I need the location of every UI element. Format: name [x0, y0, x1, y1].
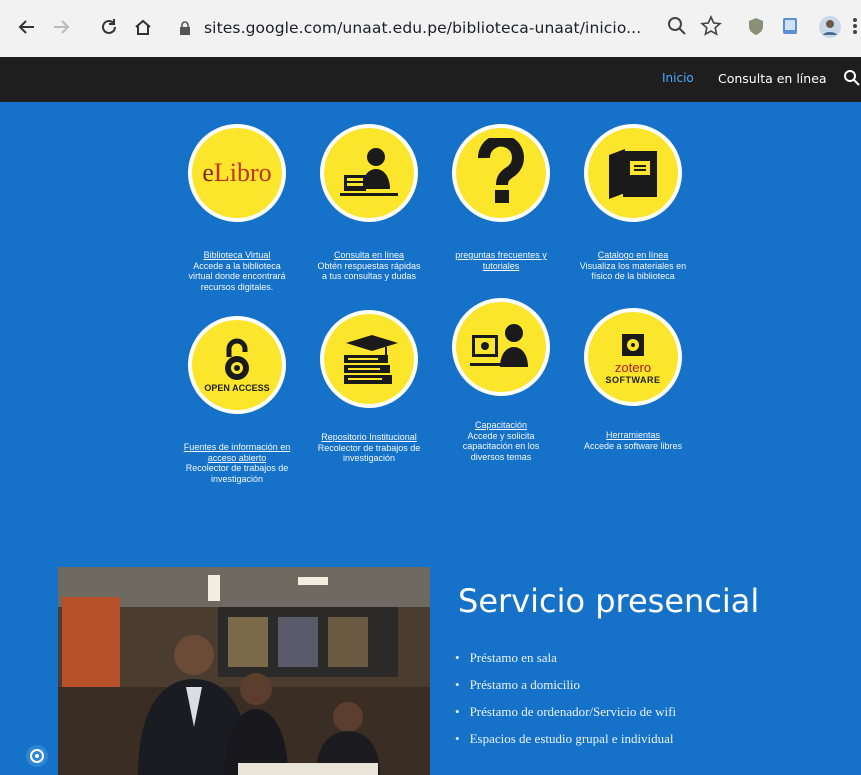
settings-gear-icon[interactable]: [26, 745, 48, 767]
service-item: Préstamo a domicilio: [455, 677, 676, 704]
zoom-icon[interactable]: [666, 15, 690, 39]
reload-icon[interactable]: [96, 14, 122, 40]
reader-desk-icon[interactable]: [320, 124, 418, 222]
open-access-icon[interactable]: OPEN ACCESS: [188, 316, 286, 414]
tile-description: Accede y solicita capacitación en los di…: [462, 430, 540, 462]
zotero-logo-text: zotero: [614, 359, 652, 375]
menu-dots-icon[interactable]: [850, 15, 861, 39]
service-item: Espacios de estudio grupal e individual: [455, 731, 676, 758]
service-item: Préstamo de ordenador/Servicio de wifi: [455, 704, 677, 731]
extension-shield-icon[interactable]: [745, 15, 769, 39]
service-item: Préstamo en sala: [455, 650, 676, 677]
tile-title-link[interactable]: Fuentes de información en acceso abierto: [182, 442, 292, 463]
elibro-logo[interactable]: eLibro: [188, 124, 286, 222]
tile-title-link[interactable]: Herramientas: [578, 430, 688, 441]
browser-toolbar: sites.google.com/unaat.edu.pe/biblioteca…: [0, 0, 861, 58]
catalog-book-icon[interactable]: [584, 124, 682, 222]
training-icon[interactable]: [452, 298, 550, 396]
forward-icon[interactable]: [48, 14, 74, 40]
url-text: sites.google.com/unaat.edu.pe/biblioteca…: [204, 19, 642, 37]
nav-inicio-link[interactable]: Inicio: [662, 71, 694, 85]
repository-books-icon[interactable]: [320, 310, 418, 408]
tile-title-link[interactable]: preguntas frecuentes y tutoriales: [446, 250, 556, 271]
tile-description: Accede a la biblioteca virtual donde enc…: [188, 260, 286, 292]
service-list: Préstamo en sala Préstamo a domicilio Pr…: [455, 650, 677, 758]
tile-description: Visualiza los materiales en físico de la…: [579, 260, 687, 282]
tile-catalogo-en-linea: Catalogo en línea Visualiza los material…: [578, 250, 688, 282]
home-icon[interactable]: [130, 14, 156, 40]
profile-avatar-icon[interactable]: [818, 15, 842, 39]
nav-consulta-link[interactable]: Consulta en línea: [718, 71, 827, 86]
bookmark-star-icon[interactable]: [700, 15, 724, 39]
elibro-logo-e: e: [202, 158, 214, 187]
tile-fuentes-acceso-abierto: Fuentes de información en acceso abierto…: [182, 442, 292, 484]
tile-title-link[interactable]: Biblioteca Virtual: [182, 250, 292, 261]
site-header: Inicio Consulta en línea: [0, 57, 861, 102]
service-title: Servicio presencial: [458, 582, 760, 620]
tile-description: Accede a software libres: [583, 440, 683, 451]
extension-doc-icon[interactable]: [779, 15, 803, 39]
tile-herramientas: Herramientas Accede a software libres: [578, 430, 688, 451]
lock-icon: [180, 21, 190, 35]
elibro-logo-libro: Libro: [213, 158, 272, 187]
tile-preguntas-frecuentes: preguntas frecuentes y tutoriales: [446, 250, 556, 271]
open-access-logo-text: OPEN ACCESS: [204, 383, 270, 393]
tile-title-link[interactable]: Catalogo en línea: [578, 250, 688, 261]
search-icon[interactable]: [843, 69, 861, 89]
tile-description: Obtén respuestas rápidas a tus consultas…: [317, 260, 421, 282]
tile-description: Recolector de trabajos de investigación: [317, 442, 421, 464]
back-icon[interactable]: [14, 14, 40, 40]
tile-capacitacion: Capacitación Accede y solicita capacitac…: [446, 420, 556, 462]
tile-repositorio-institucional: Repositorio Institucional Recolector de …: [314, 432, 424, 464]
page: sites.google.com/unaat.edu.pe/biblioteca…: [0, 0, 861, 775]
tile-biblioteca-virtual: Biblioteca Virtual Accede a la bibliotec…: [182, 250, 292, 292]
tile-description: Recolector de trabajos de investigación: [185, 463, 289, 484]
address-bar[interactable]: sites.google.com/unaat.edu.pe/biblioteca…: [178, 12, 678, 44]
software-logo-text: SOFTWARE: [605, 374, 661, 385]
tile-title-link[interactable]: Consulta en línea: [314, 250, 424, 261]
tile-title-link[interactable]: Repositorio Institucional: [314, 432, 424, 443]
question-mark-icon[interactable]: [452, 124, 550, 222]
zotero-software-icon[interactable]: zotero SOFTWARE: [584, 308, 682, 406]
tile-consulta-en-linea: Consulta en línea Obtén respuestas rápid…: [314, 250, 424, 282]
library-photo: [58, 567, 430, 775]
tile-title-link[interactable]: Capacitación: [446, 420, 556, 431]
